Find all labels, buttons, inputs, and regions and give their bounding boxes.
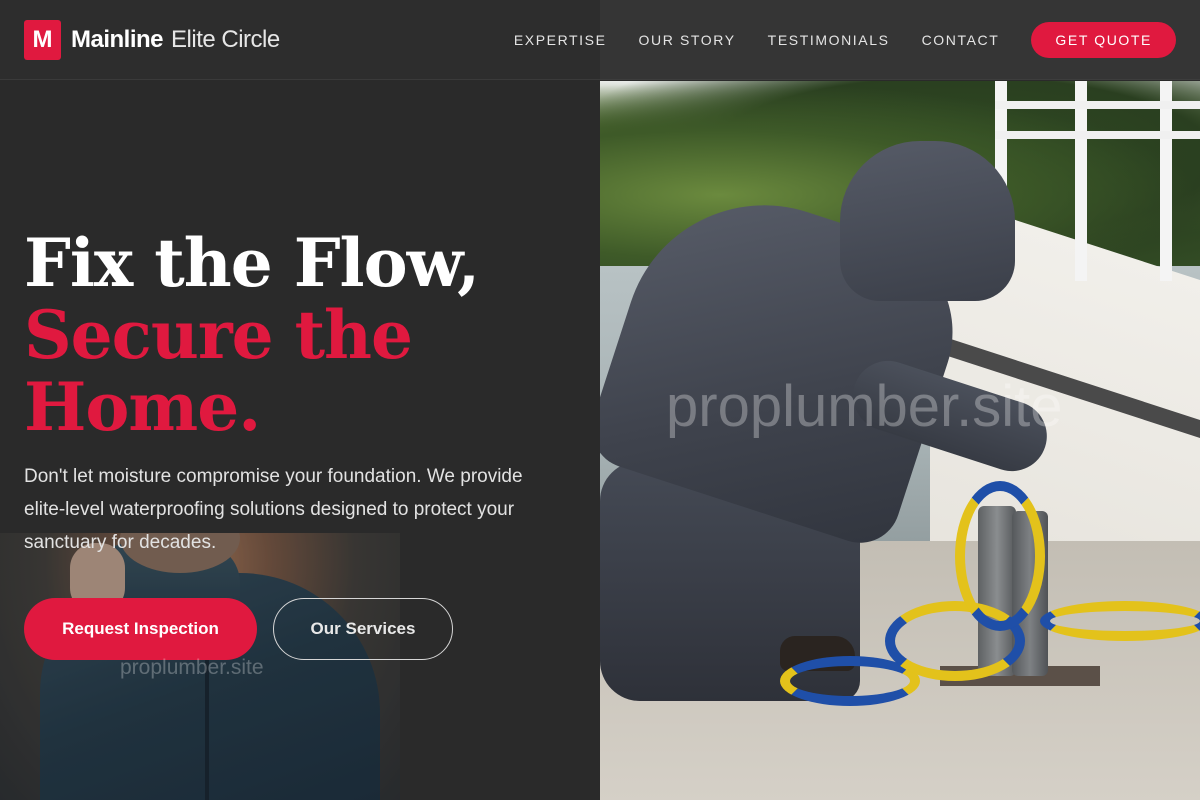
logo-name-light: Elite Circle <box>171 26 280 53</box>
nav-our-story[interactable]: OUR STORY <box>639 32 736 48</box>
get-quote-button[interactable]: GET QUOTE <box>1031 22 1176 58</box>
headline-line-1: Fix the Flow, <box>24 224 480 302</box>
logo-wordmark: Mainline Elite Circle <box>71 26 280 54</box>
hero-content: Fix the Flow, Secure the Home. Don't let… <box>0 81 600 800</box>
site-header: M Mainline Elite Circle EXPERTISE OUR ST… <box>0 0 1200 80</box>
headline-line-3: Home. <box>24 368 261 446</box>
photo-rope <box>1040 601 1200 641</box>
photo-boat-rail-bar <box>995 131 1200 139</box>
photo-rope <box>955 481 1045 631</box>
hero-description: Don't let moisture compromise your found… <box>24 466 523 553</box>
photo-boat-rail <box>1160 81 1172 281</box>
headline-line-2: Secure the <box>24 296 413 374</box>
photo-boat-rail-bar <box>995 101 1200 109</box>
photo-boat-rail <box>1075 81 1087 281</box>
hero-photo: proplumber.site <box>600 81 1200 800</box>
nav-expertise[interactable]: EXPERTISE <box>514 32 607 48</box>
our-services-button[interactable]: Our Services <box>273 598 453 660</box>
main-nav: EXPERTISE OUR STORY TESTIMONIALS CONTACT… <box>514 22 1176 58</box>
nav-testimonials[interactable]: TESTIMONIALS <box>768 32 890 48</box>
request-inspection-button[interactable]: Request Inspection <box>24 598 257 660</box>
logo-mark: M <box>24 20 61 60</box>
photo-man-hood <box>840 141 1015 301</box>
logo[interactable]: M Mainline Elite Circle <box>24 20 280 60</box>
nav-contact[interactable]: CONTACT <box>922 32 1000 48</box>
logo-name-bold: Mainline <box>71 26 164 53</box>
watermark-left: proplumber.site <box>120 656 264 679</box>
watermark-right: proplumber.site <box>666 374 1063 439</box>
hero-headline: Fix the Flow, Secure the Home. <box>24 224 480 446</box>
